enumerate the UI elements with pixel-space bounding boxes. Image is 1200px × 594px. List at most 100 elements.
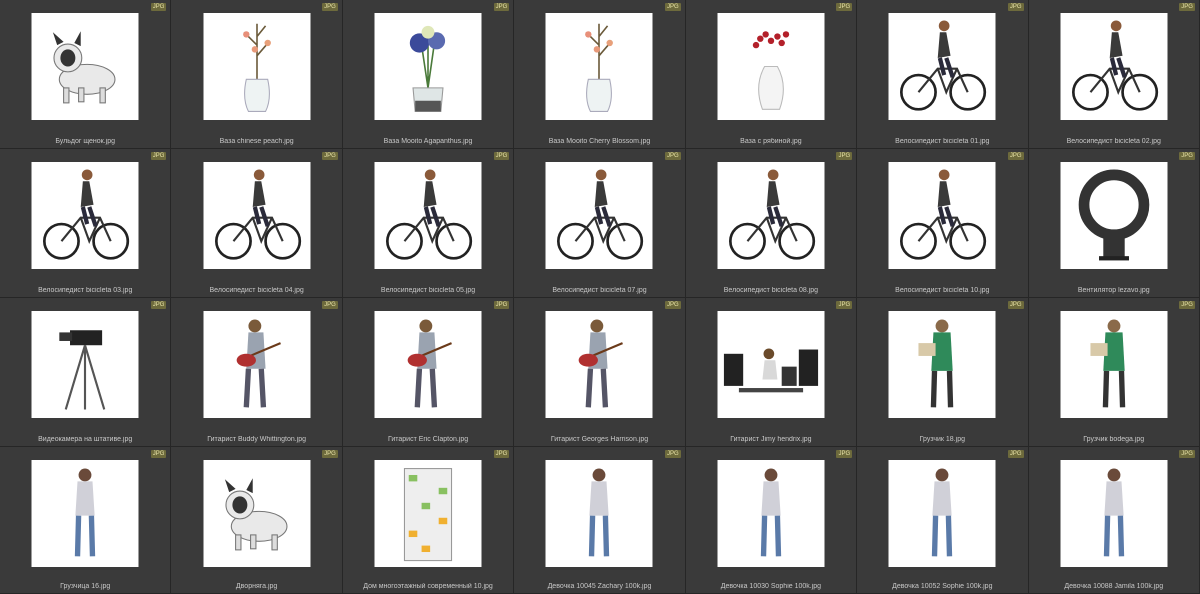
file-type-badge: JPG: [1007, 450, 1024, 458]
file-name-label: Гитарист Eric Clapton.jpg: [387, 436, 469, 443]
thumbnail-cell[interactable]: JPG Гитарист Jimy hendrix.jpg: [685, 298, 858, 447]
thumbnail-image[interactable]: [717, 162, 825, 269]
thumbnail-cell[interactable]: JPG Грузчик bodega.jpg: [1028, 298, 1200, 447]
cyclist-icon: [375, 162, 482, 269]
file-type-badge: JPG: [1179, 301, 1195, 309]
thumbnail-cell[interactable]: JPG Гитарист Buddy Whittington.jpg: [171, 298, 343, 447]
thumbnail-cell[interactable]: JPG Дворняга.jpg: [171, 447, 343, 594]
file-type-badge: JPG: [665, 152, 681, 160]
file-name-label: Грузчица 16.jpg: [60, 583, 111, 590]
dog-icon: [32, 13, 139, 120]
thumbnail-cell[interactable]: JPG Дом многоэтажный современный 10.jpg: [342, 447, 515, 594]
thumbnail-image[interactable]: [203, 311, 311, 418]
thumbnail-cell[interactable]: JPG Велосипедист bicicleta 03.jpg: [0, 149, 172, 298]
thumbnail-image[interactable]: [545, 13, 653, 120]
thumbnail-image[interactable]: [545, 162, 653, 269]
thumbnail-image[interactable]: [203, 13, 311, 120]
thumbnail-cell[interactable]: JPG Грузчица 16.jpg: [0, 447, 172, 594]
thumbnail-image[interactable]: [888, 311, 996, 418]
thumbnail-image[interactable]: [545, 311, 653, 418]
file-name-label: Велосипедист bicicleta 05.jpg: [380, 287, 476, 294]
thumbnail-image[interactable]: [203, 460, 311, 567]
vase-berries-icon: [717, 13, 824, 120]
thumbnail-cell[interactable]: JPG Видеокамера на штативе.jpg: [0, 298, 172, 447]
thumbnail-cell[interactable]: JPG Девочка 10088 Jamila 100k.jpg: [1028, 447, 1200, 594]
thumbnail-image[interactable]: [374, 460, 482, 567]
file-name-label: Дворняга.jpg: [235, 583, 278, 590]
file-name-label: Гитарист Jimy hendrix.jpg: [730, 436, 812, 443]
thumbnail-image[interactable]: [31, 311, 139, 418]
thumbnail-image[interactable]: [545, 460, 653, 567]
file-name-label: Видеокамера на штативе.jpg: [38, 436, 133, 443]
thumbnail-image[interactable]: [374, 162, 482, 269]
thumbnail-image[interactable]: [374, 311, 482, 418]
cyclist-icon: [546, 162, 653, 269]
thumbnail-cell[interactable]: JPG Вентилятор lezavo.jpg: [1028, 149, 1200, 298]
thumbnail-cell[interactable]: JPG Ваза Mooito Cherry Blossom.jpg: [514, 0, 686, 149]
thumbnail-cell[interactable]: JPG Гитарист Eric Clapton.jpg: [342, 298, 515, 447]
thumbnail-cell[interactable]: JPG Велосипедист bicicleta 05.jpg: [342, 149, 515, 298]
file-name-label: Велосипедист bicicleta 10.jpg: [895, 287, 990, 294]
cyclist-icon: [32, 162, 139, 269]
file-type-badge: JPG: [836, 152, 853, 160]
thumbnail-image[interactable]: [717, 13, 825, 120]
worker-icon: [889, 311, 996, 418]
thumbnail-image[interactable]: [888, 460, 996, 567]
thumbnail-cell[interactable]: JPG Гитарист Georges Harrison.jpg: [514, 298, 686, 447]
file-type-badge: JPG: [150, 3, 167, 11]
file-type-badge: JPG: [150, 152, 167, 160]
thumbnail-cell[interactable]: JPG Грузчик 18.jpg: [857, 298, 1029, 447]
person-icon: [717, 460, 824, 567]
file-name-label: Грузчик bodega.jpg: [1083, 436, 1145, 443]
thumbnail-cell[interactable]: JPG Велосипедист bicicleta 07.jpg: [514, 149, 686, 298]
thumbnail-cell[interactable]: JPG Велосипедист bicicleta 02.jpg: [1028, 0, 1200, 149]
file-name-label: Ваза с рябиной.jpg: [740, 138, 802, 145]
thumbnail-cell[interactable]: JPG Ваза Mooito Agapanthus.jpg: [342, 0, 515, 149]
thumbnail-image[interactable]: [31, 162, 139, 269]
file-name-label: Гитарист Buddy Whittington.jpg: [207, 436, 307, 443]
thumbnail-image[interactable]: [1060, 162, 1168, 269]
thumbnail-image[interactable]: [31, 13, 139, 120]
file-type-badge: JPG: [150, 450, 167, 458]
thumbnail-image[interactable]: [203, 162, 311, 269]
person-icon: [32, 460, 139, 567]
guitarist-icon: [375, 311, 482, 418]
file-type-badge: JPG: [493, 3, 510, 11]
thumbnail-image[interactable]: [717, 460, 825, 567]
thumbnail-cell[interactable]: JPG Ваза с рябиной.jpg: [685, 0, 858, 149]
file-name-label: Бульдог щенок.jpg: [55, 138, 116, 145]
thumbnail-cell[interactable]: JPG Велосипедист bicicleta 04.jpg: [171, 149, 343, 298]
thumbnail-image[interactable]: [1060, 460, 1168, 567]
thumbnail-image[interactable]: [31, 460, 139, 567]
file-type-badge: JPG: [493, 301, 510, 309]
file-name-label: Велосипедист bicicleta 01.jpg: [895, 138, 990, 145]
file-name-label: Ваза Mooito Cherry Blossom.jpg: [548, 138, 651, 145]
thumbnail-cell[interactable]: JPG Ваза chinese peach.jpg: [171, 0, 343, 149]
thumbnail-cell[interactable]: JPG Велосипедист bicicleta 08.jpg: [685, 149, 858, 298]
thumbnail-cell[interactable]: JPG Девочка 10030 Sophie 100k.jpg: [685, 447, 858, 594]
thumbnail-cell[interactable]: JPG Бульдог щенок.jpg: [0, 0, 172, 149]
file-type-badge: JPG: [493, 152, 510, 160]
thumbnail-cell[interactable]: JPG Девочка 10052 Sophie 100k.jpg: [857, 447, 1029, 594]
thumbnail-cell[interactable]: JPG Велосипедист bicicleta 01.jpg: [857, 0, 1029, 149]
thumbnail-image[interactable]: [1060, 13, 1168, 120]
file-name-label: Велосипедист bicicleta 07.jpg: [552, 287, 647, 294]
thumbnail-image[interactable]: [888, 162, 996, 269]
person-icon: [1060, 460, 1167, 567]
file-name-label: Велосипедист bicicleta 03.jpg: [38, 287, 133, 294]
file-type-badge: JPG: [836, 3, 853, 11]
cyclist-icon: [889, 162, 996, 269]
cyclist-icon: [1060, 13, 1167, 120]
vase-flowers-icon: [375, 13, 482, 120]
thumbnail-image[interactable]: [888, 13, 996, 120]
file-type-badge: JPG: [322, 152, 338, 160]
thumbnail-image[interactable]: [717, 311, 825, 418]
cyclist-icon: [203, 162, 310, 269]
thumbnail-cell[interactable]: JPG Девочка 10045 Zachary 100k.jpg: [514, 447, 686, 594]
file-name-label: Ваза Mooito Agapanthus.jpg: [383, 138, 473, 145]
thumbnail-image[interactable]: [374, 13, 482, 120]
thumbnail-cell[interactable]: JPG Велосипедист bicicleta 10.jpg: [857, 149, 1029, 298]
file-name-label: Гитарист Georges Harrison.jpg: [550, 436, 649, 443]
file-type-badge: JPG: [150, 301, 167, 309]
thumbnail-image[interactable]: [1060, 311, 1168, 418]
